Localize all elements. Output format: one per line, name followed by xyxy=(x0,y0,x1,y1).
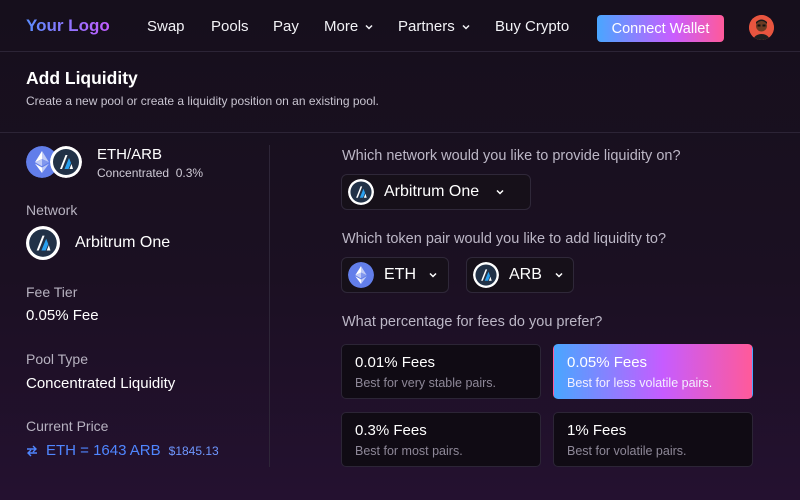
user-avatar-icon xyxy=(749,15,774,40)
fee-option-1[interactable]: 1% Fees Best for volatile pairs. xyxy=(553,412,753,467)
current-price-value: ETH = 1643 ARB xyxy=(46,442,161,459)
arbitrum-icon xyxy=(26,226,60,260)
nav-pools[interactable]: Pools xyxy=(211,18,249,35)
nav-pools-label: Pools xyxy=(211,18,249,35)
chevron-down-icon xyxy=(365,24,373,30)
nav-buy-crypto[interactable]: Buy Crypto xyxy=(495,18,569,35)
arbitrum-icon xyxy=(473,262,499,288)
fee-option-0-3[interactable]: 0.3% Fees Best for most pairs. xyxy=(341,412,541,467)
network-select-value: Arbitrum One xyxy=(384,183,480,200)
connect-wallet-button[interactable]: Connect Wallet xyxy=(597,15,724,42)
pool-type-label: Pool Type xyxy=(26,351,89,367)
fee-tier-value: 0.05% Fee xyxy=(26,307,99,324)
fee-option-title: 0.05% Fees xyxy=(567,354,648,371)
fee-option-desc: Best for most pairs. xyxy=(355,444,463,458)
network-value: Arbitrum One xyxy=(75,234,171,251)
fee-option-desc: Best for very stable pairs. xyxy=(355,376,497,390)
token-b-value: ARB xyxy=(509,266,542,283)
pair-icons xyxy=(26,145,86,179)
nav-more-label: More xyxy=(324,18,359,35)
fee-option-desc: Best for less volatile pairs. xyxy=(567,376,713,390)
fee-option-title: 0.3% Fees xyxy=(355,422,427,439)
current-price-label: Current Price xyxy=(26,418,109,434)
column-divider xyxy=(269,145,270,467)
pair-name: ETH/ARB xyxy=(97,146,163,163)
current-price-usd: $1845.13 xyxy=(168,443,219,458)
pair-type: Concentrated xyxy=(97,166,170,180)
network-select[interactable]: Arbitrum One xyxy=(341,174,531,210)
fee-option-title: 1% Fees xyxy=(567,422,627,439)
chevron-down-icon xyxy=(555,272,563,278)
pair-question: Which token pair would you like to add l… xyxy=(342,231,667,247)
ethereum-icon xyxy=(348,262,374,288)
pair-meta: Concentrated 0.3% xyxy=(97,166,203,180)
network-question: Which network would you like to provide … xyxy=(342,148,681,164)
token-a-value: ETH xyxy=(384,266,416,283)
nav-swap[interactable]: Swap xyxy=(147,18,185,35)
nav-more[interactable]: More xyxy=(324,18,374,35)
nav-pay[interactable]: Pay xyxy=(273,18,299,35)
page-subtitle: Create a new pool or create a liquidity … xyxy=(26,94,379,108)
top-nav: Your Logo Swap Pools Pay More Partners B… xyxy=(0,0,800,52)
network-label: Network xyxy=(26,202,78,218)
header-divider xyxy=(0,132,800,133)
nav-divider xyxy=(0,51,800,52)
fee-tier-label: Fee Tier xyxy=(26,284,78,300)
page-title: Add Liquidity xyxy=(26,68,138,88)
nav-partners-label: Partners xyxy=(398,18,455,35)
nav-pay-label: Pay xyxy=(273,18,299,35)
nav-partners[interactable]: Partners xyxy=(398,18,471,35)
fee-question: What percentage for fees do you prefer? xyxy=(342,314,603,330)
logo[interactable]: Your Logo xyxy=(26,16,110,36)
token-a-select[interactable]: ETH xyxy=(341,257,449,293)
current-price: ETH = 1643 ARB $1845.13 xyxy=(26,442,219,459)
pair-fee: 0.3% xyxy=(175,166,204,180)
pool-type-value: Concentrated Liquidity xyxy=(26,375,176,392)
swap-arrows-icon[interactable] xyxy=(26,445,38,457)
fee-option-0-01[interactable]: 0.01% Fees Best for very stable pairs. xyxy=(341,344,541,399)
chevron-down-icon xyxy=(496,189,504,195)
fee-option-0-05[interactable]: 0.05% Fees Best for less volatile pairs. xyxy=(553,344,753,399)
arbitrum-icon xyxy=(348,179,374,205)
nav-swap-label: Swap xyxy=(147,18,185,35)
token-b-select[interactable]: ARB xyxy=(466,257,574,293)
chevron-down-icon xyxy=(429,272,437,278)
chevron-down-icon xyxy=(462,24,470,30)
fee-option-title: 0.01% Fees xyxy=(355,354,436,371)
arbitrum-icon xyxy=(50,146,82,178)
fee-option-desc: Best for volatile pairs. xyxy=(567,444,687,458)
nav-buy-crypto-label: Buy Crypto xyxy=(495,18,570,35)
avatar[interactable] xyxy=(749,15,774,40)
